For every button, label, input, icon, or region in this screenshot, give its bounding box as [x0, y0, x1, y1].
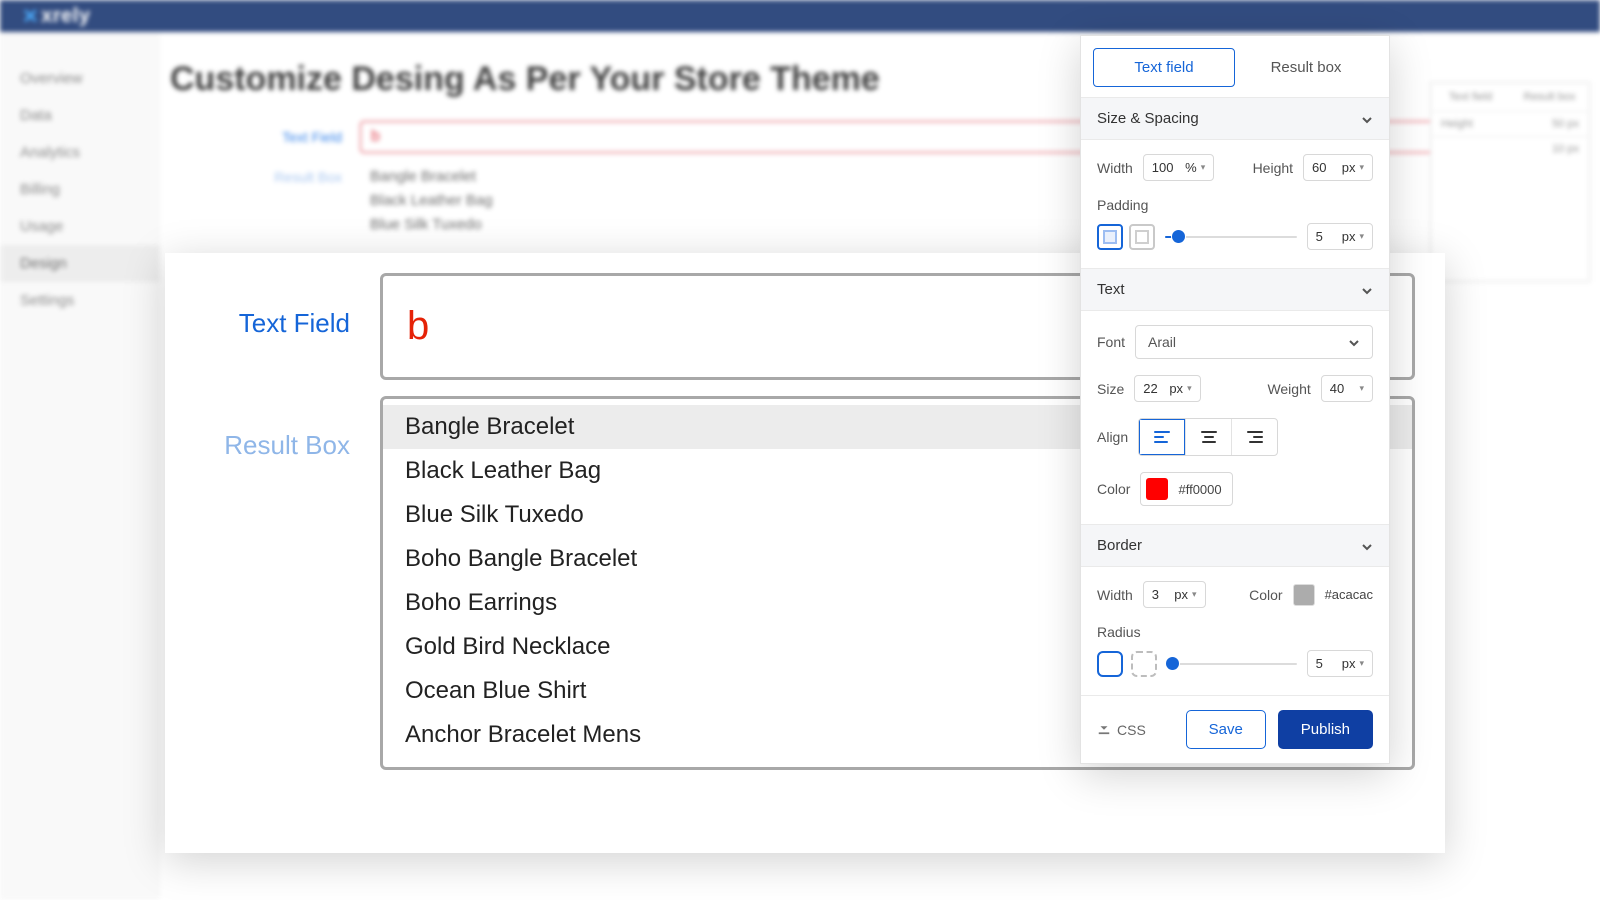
- section-text-title: Text: [1097, 281, 1125, 298]
- padding-label: Padding: [1097, 197, 1373, 213]
- topbar: ✕ xrely: [0, 0, 1600, 32]
- width-input[interactable]: 100 %▾: [1143, 154, 1214, 181]
- section-border-title: Border: [1097, 537, 1142, 554]
- width-label: Width: [1097, 160, 1133, 176]
- align-group: [1138, 418, 1278, 456]
- section-size-spacing-header[interactable]: Size & Spacing: [1081, 97, 1389, 140]
- brand-name: xrely: [41, 5, 90, 28]
- align-left-button[interactable]: [1139, 419, 1185, 455]
- radius-mode-all-icon[interactable]: [1097, 651, 1123, 677]
- bg-right-tab: Result box: [1510, 83, 1589, 111]
- chevron-down-icon: [1348, 336, 1360, 348]
- padding-mode-split-icon[interactable]: [1129, 224, 1155, 250]
- text-weight-label: Weight: [1267, 381, 1310, 397]
- bg-text-field-value: b: [360, 121, 1580, 153]
- tab-result-box[interactable]: Result box: [1235, 48, 1377, 87]
- color-swatch-icon: [1146, 478, 1168, 500]
- download-icon: [1097, 721, 1111, 738]
- height-input[interactable]: 60 px▾: [1303, 154, 1373, 181]
- text-size-input[interactable]: 22 px▾: [1134, 375, 1200, 402]
- border-width-input[interactable]: 3 px▾: [1143, 581, 1206, 608]
- publish-button[interactable]: Publish: [1278, 710, 1373, 749]
- align-right-button[interactable]: [1231, 419, 1277, 455]
- align-center-button[interactable]: [1185, 419, 1231, 455]
- sidebar-item-design[interactable]: Design: [0, 245, 160, 282]
- font-select[interactable]: Arail: [1135, 325, 1373, 359]
- border-width-label: Width: [1097, 587, 1133, 603]
- chevron-down-icon: [1361, 113, 1373, 125]
- text-color-input[interactable]: #ff0000: [1140, 472, 1232, 506]
- preview-result-box-label: Result Box: [165, 390, 380, 770]
- sidebar-item-billing[interactable]: Billing: [0, 171, 160, 208]
- text-weight-input[interactable]: 40 ▾: [1321, 375, 1373, 402]
- text-size-label: Size: [1097, 381, 1124, 397]
- bg-result-box-label: Result Box: [170, 161, 360, 185]
- border-color-label: Color: [1249, 587, 1282, 603]
- chevron-down-icon: [1361, 540, 1373, 552]
- bg-result-list: Bangle BraceletBlack Leather BagBlue Sil…: [360, 161, 1580, 241]
- tab-text-field[interactable]: Text field: [1093, 48, 1235, 87]
- sidebar-item-usage[interactable]: Usage: [0, 208, 160, 245]
- padding-slider[interactable]: [1165, 234, 1297, 240]
- border-color-value: #acacac: [1325, 587, 1373, 602]
- padding-value-input[interactable]: 5 px▾: [1307, 223, 1373, 250]
- save-button[interactable]: Save: [1186, 710, 1266, 749]
- font-label: Font: [1097, 334, 1125, 350]
- sidebar-item-overview[interactable]: Overview: [0, 60, 160, 97]
- chevron-down-icon: [1361, 284, 1373, 296]
- bg-text-field-label: Text Field: [170, 121, 360, 145]
- radius-value-input[interactable]: 5 px▾: [1307, 650, 1373, 677]
- radius-label: Radius: [1097, 624, 1373, 640]
- section-text-header[interactable]: Text: [1081, 268, 1389, 311]
- padding-mode-uniform-icon[interactable]: [1097, 224, 1123, 250]
- sidebar: OverviewDataAnalyticsBillingUsageDesignS…: [0, 32, 160, 900]
- align-label: Align: [1097, 429, 1128, 445]
- sidebar-item-analytics[interactable]: Analytics: [0, 134, 160, 171]
- sidebar-item-data[interactable]: Data: [0, 97, 160, 134]
- section-border-header[interactable]: Border: [1081, 524, 1389, 567]
- section-size-spacing-title: Size & Spacing: [1097, 110, 1199, 127]
- bg-right-tab: Text field: [1431, 83, 1510, 111]
- text-color-label: Color: [1097, 481, 1130, 497]
- inspector-panel: Text field Result box Size & Spacing Wid…: [1080, 35, 1390, 764]
- sidebar-item-settings[interactable]: Settings: [0, 282, 160, 319]
- color-swatch-icon: [1293, 584, 1315, 606]
- radius-slider[interactable]: [1167, 661, 1297, 667]
- logo-icon: ✕: [22, 4, 39, 29]
- preview-text-field-label: Text Field: [165, 253, 380, 390]
- bg-right-panel: Text field Result box Height50 px 10 px: [1430, 82, 1590, 282]
- height-label: Height: [1253, 160, 1293, 176]
- radius-mode-individual-icon[interactable]: [1131, 651, 1157, 677]
- download-css-button[interactable]: CSS: [1097, 721, 1146, 738]
